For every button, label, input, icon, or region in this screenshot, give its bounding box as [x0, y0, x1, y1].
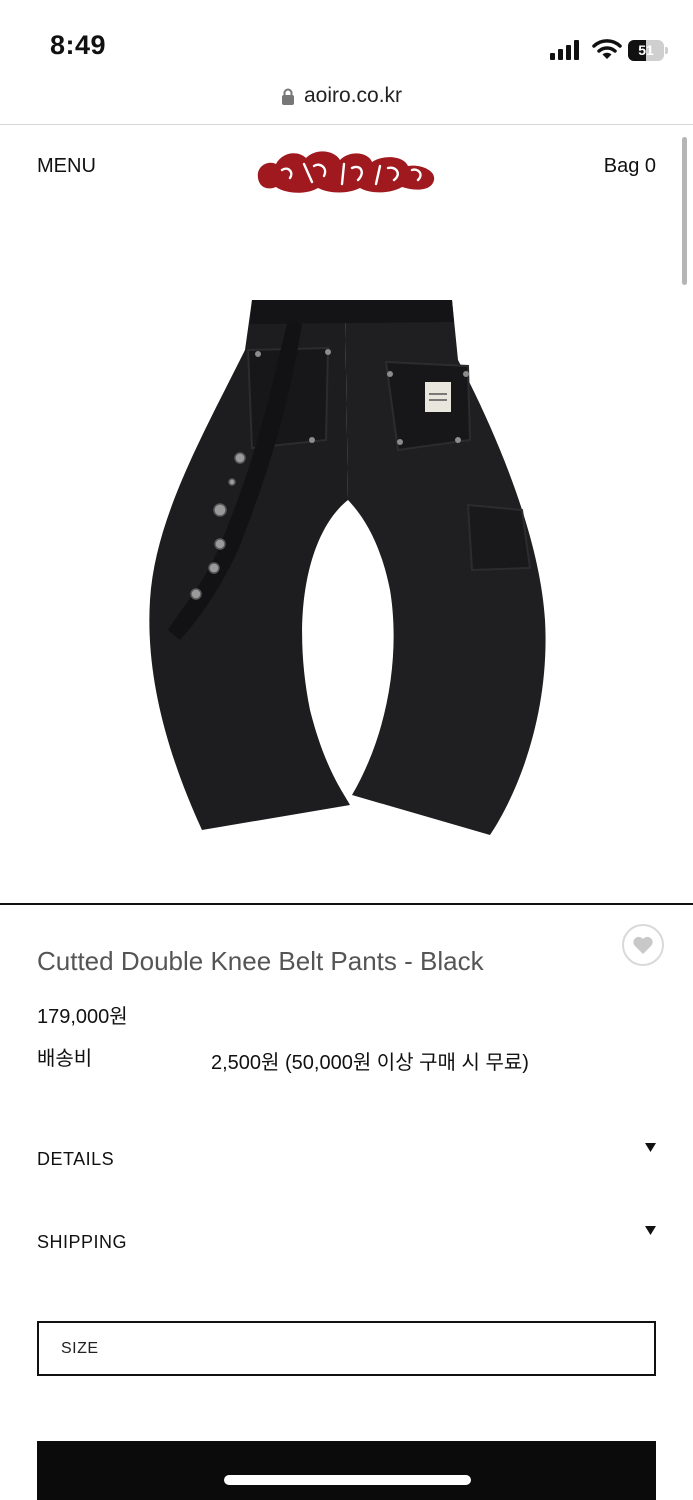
buy-button[interactable]: [37, 1441, 656, 1500]
wifi-icon: [592, 39, 622, 59]
battery-icon: 51: [628, 40, 668, 61]
shipping-fee-label: 배송비: [37, 1048, 93, 1070]
product-title: Cutted Double Knee Belt Pants - Black: [37, 946, 484, 976]
battery-percent: 51: [638, 42, 654, 58]
page-scrollbar[interactable]: [682, 137, 687, 285]
caret-down-icon[interactable]: [645, 1226, 656, 1235]
product-price: 179,000원: [37, 1006, 128, 1028]
menu-button[interactable]: MENU: [37, 155, 96, 178]
url-text[interactable]: aoiro.co.kr: [304, 84, 402, 108]
bag-button[interactable]: Bag 0: [604, 155, 656, 178]
signal-icon: [550, 40, 579, 60]
details-toggle[interactable]: DETAILS: [37, 1149, 114, 1170]
status-time: 8:49: [50, 30, 107, 60]
heart-icon: [633, 936, 653, 954]
wishlist-button[interactable]: [622, 924, 664, 966]
shipping-fee-value: 2,500원 (50,000원 이상 구매 시 무료): [211, 1052, 529, 1074]
caret-down-icon[interactable]: [645, 1143, 656, 1152]
size-select-label: SIZE: [61, 1340, 99, 1357]
product-image[interactable]: [140, 290, 560, 850]
home-indicator[interactable]: [224, 1475, 471, 1485]
browser-divider: [0, 124, 693, 125]
lock-icon: [282, 88, 294, 105]
size-select[interactable]: SIZE: [37, 1321, 656, 1376]
brand-logo[interactable]: [252, 140, 440, 196]
image-divider: [0, 903, 693, 905]
shipping-toggle[interactable]: SHIPPING: [37, 1232, 127, 1253]
